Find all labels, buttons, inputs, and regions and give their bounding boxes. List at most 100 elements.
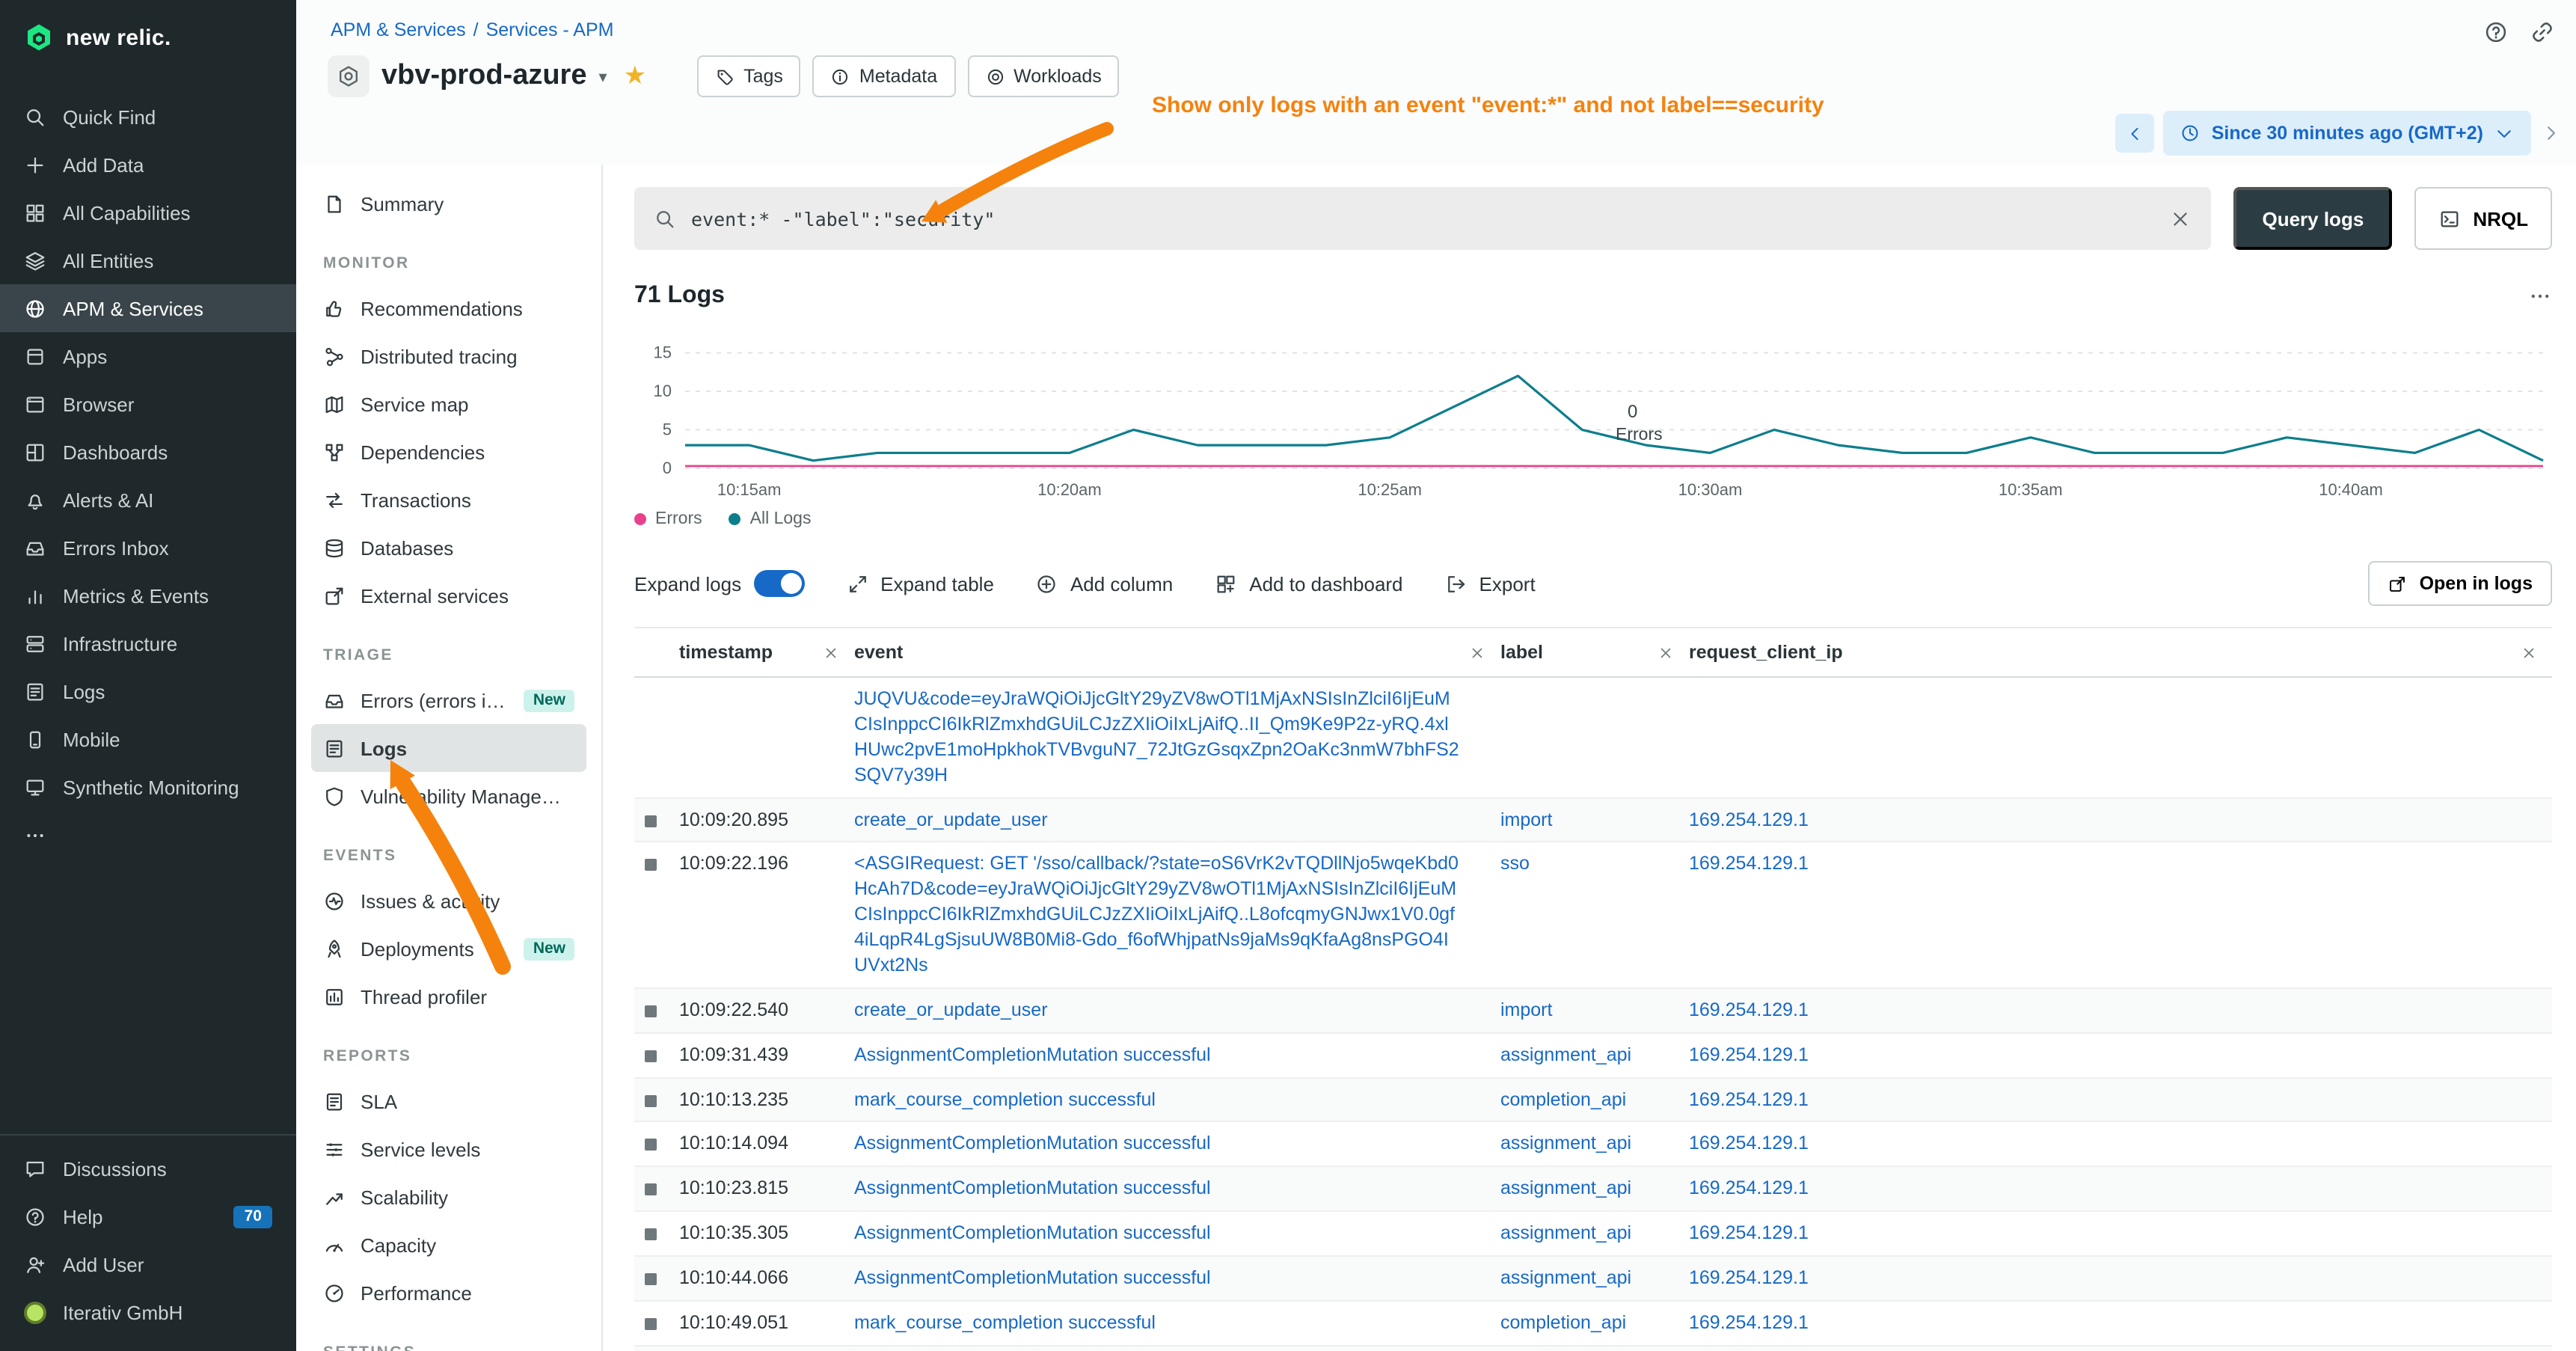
newrelic-logo[interactable]: new relic. [0, 0, 296, 75]
add-column-button[interactable]: Add column [1036, 572, 1173, 595]
time-range-picker[interactable]: Since 30 minutes ago (GMT+2) [2164, 111, 2531, 156]
log-event-link[interactable]: mark_course_completion successful [854, 1311, 1500, 1336]
sidebar-item-metrics-events[interactable]: Metrics & Events [0, 572, 296, 619]
query-logs-button[interactable]: Query logs [2233, 187, 2392, 250]
secondary-nav-item-recommendations[interactable]: Recommendations [311, 284, 586, 332]
log-ip-link[interactable]: 169.254.129.1 [1689, 1221, 2552, 1246]
tags-button[interactable]: Tags [697, 55, 801, 97]
sidebar-item-apps[interactable]: Apps [0, 332, 296, 380]
sidebar-item-synthetic-monitoring[interactable]: Synthetic Monitoring [0, 763, 296, 811]
sidebar-item-quick-find[interactable]: Quick Find [0, 93, 296, 141]
add-to-dashboard-button[interactable]: Add to dashboard [1215, 572, 1402, 595]
sidebar-item-dashboards[interactable]: Dashboards [0, 428, 296, 476]
secondary-nav-item-distributed-tracing[interactable]: Distributed tracing [311, 332, 586, 380]
secondary-nav-item-thread-profiler[interactable]: Thread profiler [311, 972, 586, 1020]
log-row[interactable]: 10:10:14.094AssignmentCompletionMutation… [634, 1123, 2552, 1168]
sidebar-item-logs[interactable]: Logs [0, 667, 296, 715]
metadata-button[interactable]: Metadata [813, 55, 955, 97]
sidebar-item-add-data[interactable]: Add Data [0, 141, 296, 189]
sidebar-item-errors-inbox[interactable]: Errors Inbox [0, 524, 296, 572]
log-row[interactable]: 10:09:22.196<ASGIRequest: GET '/sso/call… [634, 843, 2552, 989]
sidebar-item-infrastructure[interactable]: Infrastructure [0, 619, 296, 667]
secondary-nav-item-vulnerability-management[interactable]: Vulnerability Management [311, 772, 586, 820]
log-ip-link[interactable]: 169.254.129.1 [1689, 1177, 2552, 1202]
sidebar-item-all-entities[interactable]: All Entities [0, 236, 296, 284]
legend-errors[interactable]: Errors [634, 510, 702, 528]
log-label-link[interactable]: assignment_api [1500, 1132, 1689, 1157]
log-ip-link[interactable]: 169.254.129.1 [1689, 852, 2552, 877]
log-row[interactable]: 10:09:20.895create_or_update_userimport1… [634, 798, 2552, 843]
log-label-link[interactable]: assignment_api [1500, 1177, 1689, 1202]
secondary-nav-item-external-services[interactable]: External services [311, 572, 586, 619]
log-event-link[interactable]: <ASGIRequest: GET '/sso/callback/?state=… [854, 852, 1500, 978]
secondary-nav-item-issues-activity[interactable]: Issues & activity [311, 877, 586, 925]
remove-event-column-button[interactable] [1469, 644, 1485, 661]
sidebar-item-all-capabilities[interactable]: All Capabilities [0, 189, 296, 236]
secondary-nav-item-service-map[interactable]: Service map [311, 380, 586, 428]
secondary-nav-item-dependencies[interactable]: Dependencies [311, 428, 586, 476]
secondary-nav-item-logs[interactable]: Logs [311, 724, 586, 772]
export-button[interactable]: Export [1445, 572, 1536, 595]
remove-label-column-button[interactable] [1657, 644, 1674, 661]
log-ip-link[interactable]: 169.254.129.1 [1689, 998, 2552, 1023]
favorite-star-icon[interactable]: ★ [624, 61, 647, 91]
entity-switcher-caret-icon[interactable]: ▾ [599, 67, 607, 86]
expand-logs-toggle[interactable] [753, 570, 804, 597]
secondary-nav-item-transactions[interactable]: Transactions [311, 476, 586, 524]
log-row[interactable]: 10:10:13.235mark_course_completion succe… [634, 1078, 2552, 1123]
log-ip-link[interactable]: 169.254.129.1 [1689, 1087, 2552, 1112]
log-ip-link[interactable]: 169.254.129.1 [1689, 807, 2552, 833]
secondary-nav-item-scalability[interactable]: Scalability [311, 1173, 586, 1221]
secondary-nav-item-capacity[interactable]: Capacity [311, 1221, 586, 1269]
clear-query-button[interactable] [2169, 207, 2192, 230]
secondary-nav-item-deployments[interactable]: DeploymentsNew [311, 925, 586, 972]
log-row[interactable]: 10:09:31.439AssignmentCompletionMutation… [634, 1033, 2552, 1078]
sidebar-item-browser[interactable]: Browser [0, 380, 296, 428]
log-row[interactable]: 10:10:35.305AssignmentCompletionMutation… [634, 1212, 2552, 1257]
log-label-link[interactable]: assignment_api [1500, 1042, 1689, 1067]
secondary-nav-item-errors-errors-inb[interactable]: Errors (errors inb...New [311, 676, 586, 724]
time-forward-button[interactable] [2540, 123, 2561, 144]
sidebar-item-apm-services[interactable]: APM & Services [0, 284, 296, 332]
breadcrumb-apm-services[interactable]: APM & Services [331, 19, 466, 40]
log-ip-link[interactable]: 169.254.129.1 [1689, 1042, 2552, 1067]
secondary-nav-item-databases[interactable]: Databases [311, 524, 586, 572]
sidebar-bottom-discussions[interactable]: Discussions [0, 1145, 296, 1192]
help-circle-button[interactable] [2483, 19, 2509, 45]
log-query-text[interactable]: event:* -"label":"security" [691, 207, 2154, 230]
log-event-link[interactable]: AssignmentCompletionMutation successful [854, 1266, 1500, 1291]
log-row[interactable]: 10:11:00.311AssignmentCompletionMutation… [634, 1347, 2552, 1351]
nrql-button[interactable]: NRQL [2414, 187, 2552, 250]
log-row[interactable]: 10:10:44.066AssignmentCompletionMutation… [634, 1257, 2552, 1302]
sidebar-bottom-help[interactable]: Help70 [0, 1192, 296, 1240]
log-query-input[interactable]: event:* -"label":"security" [634, 187, 2211, 250]
sidebar-item-mobile[interactable]: Mobile [0, 715, 296, 763]
sidebar-bottom-iterativ-gmbh[interactable]: Iterativ GmbH [0, 1288, 296, 1336]
log-event-link[interactable]: create_or_update_user [854, 998, 1500, 1023]
time-back-button[interactable] [2116, 114, 2155, 153]
log-row[interactable]: 10:09:22.540create_or_update_userimport1… [634, 989, 2552, 1034]
sidebar-bottom-add-user[interactable]: Add User [0, 1240, 296, 1288]
log-ip-link[interactable]: 169.254.129.1 [1689, 1266, 2552, 1291]
log-row[interactable]: 10:10:49.051mark_course_completion succe… [634, 1302, 2552, 1347]
permalink-button[interactable] [2530, 19, 2555, 45]
sidebar-item-more[interactable] [0, 811, 296, 859]
log-label-link[interactable]: completion_api [1500, 1087, 1689, 1112]
log-label-link[interactable]: assignment_api [1500, 1266, 1689, 1291]
log-row[interactable]: 10:10:23.815AssignmentCompletionMutation… [634, 1168, 2552, 1213]
log-event-link[interactable]: AssignmentCompletionMutation successful [854, 1221, 1500, 1246]
more-options-button[interactable] [2528, 284, 2552, 308]
log-label-link[interactable]: assignment_api [1500, 1221, 1689, 1246]
log-event-link[interactable]: AssignmentCompletionMutation successful [854, 1042, 1500, 1067]
log-label-link[interactable]: import [1500, 807, 1689, 833]
log-label-link[interactable]: completion_api [1500, 1311, 1689, 1336]
log-label-link[interactable]: import [1500, 998, 1689, 1023]
secondary-nav-item-summary[interactable]: Summary [311, 180, 586, 227]
open-in-logs-button[interactable]: Open in logs [2369, 561, 2552, 606]
log-ip-link[interactable]: 169.254.129.1 [1689, 1132, 2552, 1157]
log-event-link[interactable]: create_or_update_user [854, 807, 1500, 833]
breadcrumb-services-apm[interactable]: Services - APM [486, 19, 614, 40]
log-ip-link[interactable]: 169.254.129.1 [1689, 1311, 2552, 1336]
log-event-link[interactable]: AssignmentCompletionMutation successful [854, 1177, 1500, 1202]
log-event-link[interactable]: AssignmentCompletionMutation successful [854, 1132, 1500, 1157]
